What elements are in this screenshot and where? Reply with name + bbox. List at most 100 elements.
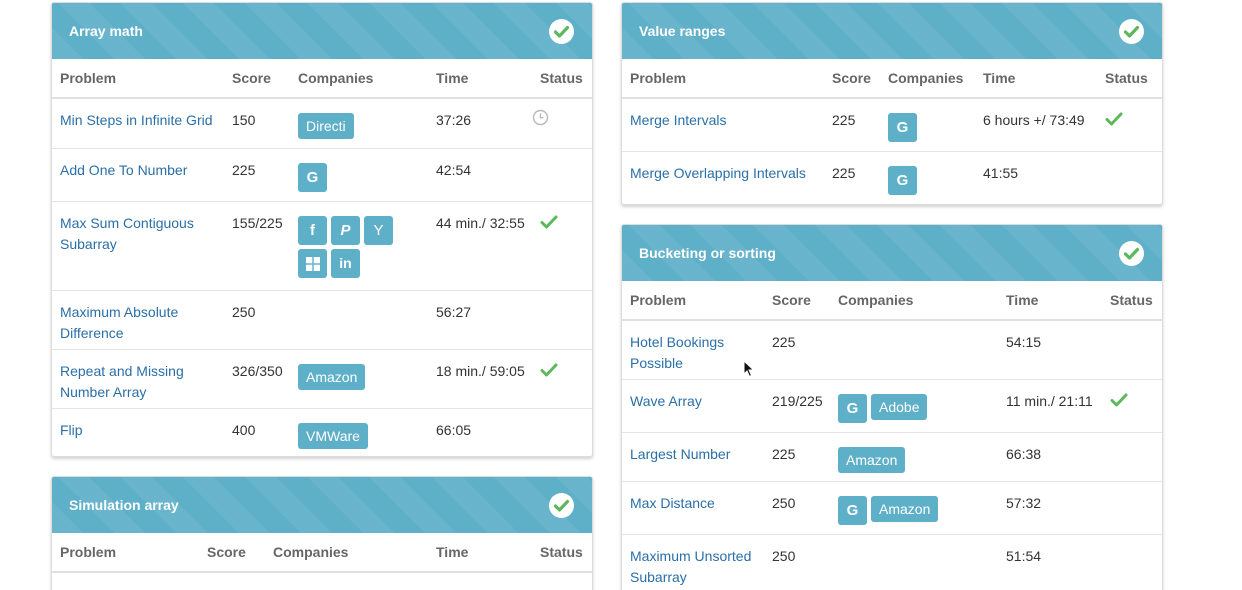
status-cell (1102, 535, 1162, 546)
company-badge[interactable]: Amazon (838, 447, 906, 473)
score-cell: 250 (772, 495, 796, 511)
windows-icon[interactable] (298, 249, 327, 278)
time-cell: 41:55 (983, 165, 1019, 181)
col-time: Time (1006, 292, 1039, 308)
table-row: Merge Overlapping Intervals 225 G 41:55 (622, 152, 1162, 204)
panel-array-math: Array math Problem Score Companies Time … (51, 2, 593, 457)
status-cell (532, 409, 589, 420)
check-icon (1110, 393, 1128, 411)
col-time: Time (983, 70, 1016, 86)
col-problem: Problem (60, 70, 117, 86)
problem-link[interactable]: Merge Overlapping Intervals (630, 165, 806, 181)
table-row: Repeat and Missing Number Array 326/350 … (52, 350, 592, 409)
score-cell: 225 (772, 334, 796, 350)
google-icon[interactable]: G (838, 496, 867, 525)
time-cell: 66:05 (436, 422, 472, 438)
companies-cell: Amazon (830, 433, 998, 481)
company-badge[interactable]: VMWare (298, 423, 368, 449)
table-row: Hotel Bookings Possible 225 54:15 (622, 321, 1162, 380)
panel-header[interactable]: Bucketing or sorting (622, 225, 1162, 281)
panel-value-ranges: Value ranges Problem Score Companies Tim… (621, 2, 1163, 205)
col-score: Score (772, 292, 811, 308)
col-score: Score (207, 544, 246, 560)
problem-link[interactable]: Hotel Bookings Possible (630, 334, 724, 371)
panel-header[interactable]: Simulation array (52, 477, 592, 533)
companies-cell: f P Y in (290, 202, 402, 286)
company-badge[interactable]: Amazon (871, 496, 939, 522)
score-cell: 225 (232, 162, 256, 178)
problem-cell: Max Sum Contiguous Subarray (52, 202, 224, 255)
col-score: Score (232, 70, 271, 86)
completed-check-icon (549, 493, 574, 518)
problem-link[interactable]: Merge Intervals (630, 112, 726, 128)
time-cell: 11 min./ 21:11 (1006, 393, 1093, 409)
problem-link[interactable]: Maximum Unsorted Subarray (630, 548, 751, 585)
time-cell: 56:27 (436, 304, 472, 320)
status-cell (1102, 380, 1162, 414)
panel-simulation-array: Simulation array Problem Score Companies… (51, 476, 593, 590)
problem-link[interactable]: Repeat and Missing Number Array (60, 363, 184, 400)
time-cell: 18 min./ 59:05 (436, 363, 525, 379)
table-row: Maximum Absolute Difference 250 56:27 (52, 291, 592, 350)
google-icon[interactable]: G (888, 166, 917, 195)
problem-link[interactable]: Max Sum Contiguous Subarray (60, 215, 194, 252)
col-problem: Problem (60, 544, 117, 560)
problem-cell: Add One To Number (52, 149, 224, 181)
panel-header[interactable]: Array math (52, 3, 592, 59)
google-icon[interactable]: G (298, 163, 327, 192)
col-companies: Companies (273, 544, 349, 560)
time-cell: 66:38 (1006, 446, 1042, 462)
col-status: Status (1110, 292, 1153, 308)
paypal-icon[interactable]: P (331, 216, 360, 245)
panel-title: Bucketing or sorting (639, 245, 776, 261)
score-cell: 250 (772, 548, 796, 564)
companies-cell: G Amazon (830, 482, 998, 533)
table-header: Problem Score Companies Time Status (622, 281, 1162, 321)
table-row: Max Sum Contiguous Subarray 155/225 f P … (52, 202, 592, 291)
problem-cell: Max Distance (622, 482, 764, 514)
status-cell (532, 99, 589, 132)
company-badge[interactable]: Adobe (871, 394, 928, 420)
col-status: Status (1105, 70, 1148, 86)
ycombinator-icon[interactable]: Y (364, 216, 393, 245)
score-cell: 219/225 (772, 393, 823, 409)
google-icon[interactable]: G (838, 394, 867, 423)
col-companies: Companies (888, 70, 964, 86)
problem-link[interactable]: Largest Number (630, 446, 730, 462)
score-cell: 225 (832, 165, 856, 181)
linkedin-icon[interactable]: in (331, 249, 360, 278)
time-cell: 54:15 (1006, 334, 1042, 350)
table-row: Min Steps in Infinite Grid 150 Directi 3… (52, 99, 592, 149)
problem-link[interactable]: Max Distance (630, 495, 715, 511)
problem-cell: Wave Array (622, 380, 764, 412)
google-icon[interactable]: G (888, 113, 917, 142)
status-cell (1102, 482, 1162, 493)
time-cell: 44 min./ 32:55 (436, 215, 525, 231)
facebook-icon[interactable]: f (298, 216, 327, 245)
problem-link[interactable]: Add One To Number (60, 162, 187, 178)
problem-link[interactable]: Maximum Absolute Difference (60, 304, 178, 341)
col-status: Status (540, 544, 583, 560)
table-header: Problem Score Companies Time Status (52, 533, 592, 573)
problem-cell: Min Steps in Infinite Grid (52, 99, 224, 131)
companies-cell: VMWare (290, 409, 428, 456)
panel-header[interactable]: Value ranges (622, 3, 1162, 59)
problem-link[interactable]: Wave Array (630, 393, 702, 409)
company-badge[interactable]: Amazon (298, 364, 366, 390)
score-cell: 225 (832, 112, 856, 128)
panel-title: Simulation array (69, 497, 179, 513)
col-time: Time (436, 544, 469, 560)
problem-link[interactable]: Flip (60, 422, 83, 438)
time-cell: 37:26 (436, 112, 472, 128)
table-body: Merge Intervals 225 G 6 hours +/ 73:49 M… (622, 99, 1162, 204)
company-badge[interactable]: Directi (298, 113, 354, 139)
problem-link[interactable]: Min Steps in Infinite Grid (60, 112, 213, 128)
table-row: Flip 400 VMWare 66:05 (52, 409, 592, 456)
check-icon (1105, 112, 1123, 130)
status-cell (1097, 152, 1162, 163)
col-companies: Companies (838, 292, 914, 308)
check-icon (540, 215, 558, 233)
table-body: Min Steps in Infinite Grid 150 Directi 3… (52, 99, 592, 456)
problem-cell: Largest Number (622, 433, 764, 465)
col-score: Score (832, 70, 871, 86)
